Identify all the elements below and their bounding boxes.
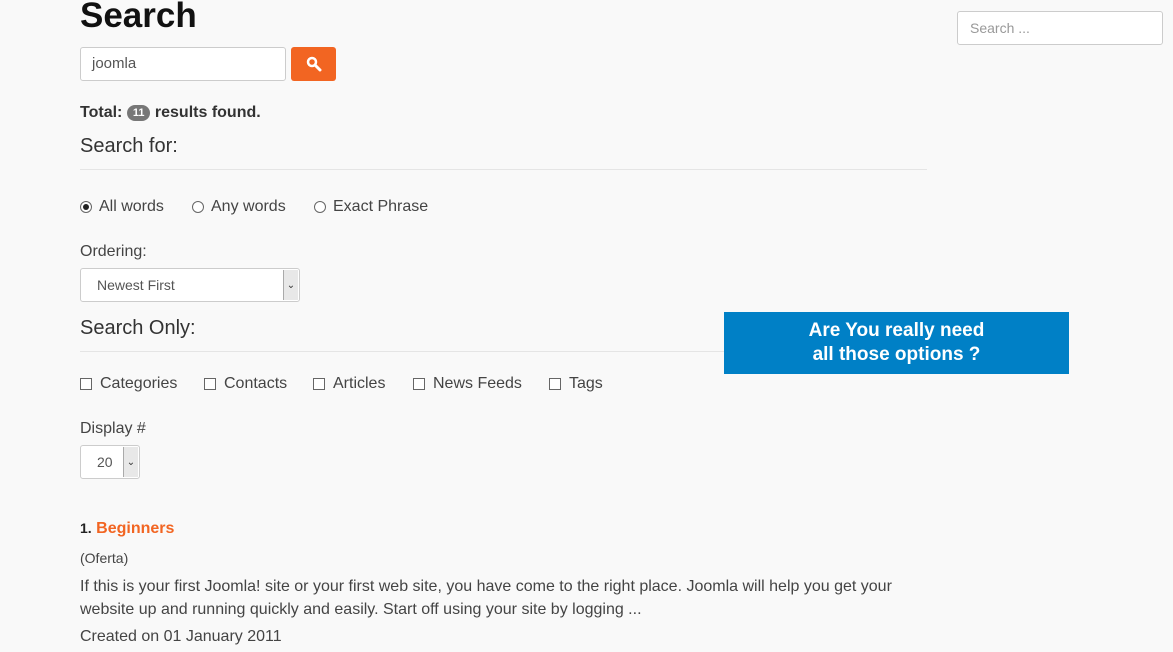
- chevron-down-icon: ⌄: [283, 270, 298, 300]
- checkbox-contacts[interactable]: Contacts: [204, 375, 287, 393]
- divider: [80, 169, 927, 170]
- search-for-legend: Search for:: [80, 135, 178, 157]
- checkbox[interactable]: [313, 378, 325, 390]
- page-title: Search: [80, 0, 197, 35]
- checkbox[interactable]: [413, 378, 425, 390]
- checkbox[interactable]: [80, 378, 92, 390]
- ordering-select[interactable]: Newest First ⌄: [80, 268, 300, 302]
- checkbox-tags[interactable]: Tags: [549, 375, 603, 393]
- radio-button[interactable]: [80, 201, 92, 213]
- radio-all-words[interactable]: All words: [80, 198, 164, 216]
- display-select[interactable]: 20 ⌄: [80, 445, 140, 479]
- result-created: Created on 01 January 2011: [80, 628, 282, 645]
- display-label: Display #: [80, 420, 146, 437]
- search-icon: [306, 56, 321, 72]
- radio-button[interactable]: [192, 201, 204, 213]
- checkbox-articles[interactable]: Articles: [313, 375, 385, 393]
- checkbox[interactable]: [549, 378, 561, 390]
- result-text: If this is your first Joomla! site or yo…: [80, 578, 892, 618]
- search-only-legend: Search Only:: [80, 317, 196, 339]
- radio-any-words[interactable]: Any words: [192, 198, 286, 216]
- result-item: 1. Beginners: [80, 520, 175, 537]
- checkbox-news-feeds[interactable]: News Feeds: [413, 375, 522, 393]
- checkbox[interactable]: [204, 378, 216, 390]
- search-button[interactable]: [291, 47, 336, 81]
- results-count-badge: 11: [126, 105, 151, 121]
- sidebar-search-input[interactable]: Search ...: [957, 11, 1163, 45]
- result-title-link[interactable]: Beginners: [96, 520, 174, 537]
- result-category: (Oferta): [80, 550, 129, 566]
- checkbox-categories[interactable]: Categories: [80, 375, 177, 393]
- ordering-label: Ordering:: [80, 243, 147, 260]
- chevron-down-icon: ⌄: [123, 447, 138, 477]
- results-total: Total: 11 results found.: [80, 104, 261, 121]
- radio-exact-phrase[interactable]: Exact Phrase: [314, 198, 428, 216]
- search-input[interactable]: joomla: [80, 47, 286, 81]
- radio-button[interactable]: [314, 201, 326, 213]
- promo-callout: Are You really need all those options ?: [724, 312, 1069, 374]
- divider: [80, 351, 724, 352]
